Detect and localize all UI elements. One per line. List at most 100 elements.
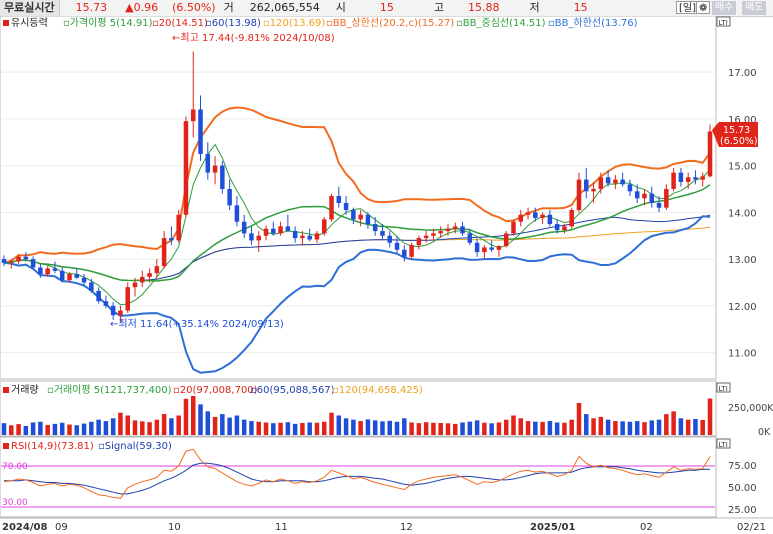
volume-bar <box>351 419 356 435</box>
volume-bar <box>649 420 655 435</box>
quote-bar: 무료실시간 15.73 ▲0.96 (6.50%) 거 262,065,554 … <box>0 0 773 17</box>
price-change: ▲0.96 <box>125 1 159 14</box>
candle-body <box>190 109 196 122</box>
volume-bar <box>140 421 145 435</box>
volume-bar <box>38 421 43 435</box>
candle-body <box>336 195 342 203</box>
volume-bar <box>307 422 312 435</box>
volume-bar <box>685 419 691 435</box>
candle-body <box>685 177 691 182</box>
candle-body <box>285 226 291 232</box>
candle-body <box>351 210 356 220</box>
volume-bar <box>118 412 123 435</box>
candle-body <box>256 235 261 241</box>
candle-body <box>394 242 400 250</box>
candle-body <box>438 231 443 234</box>
candle-body <box>212 165 218 173</box>
high-label: 고 <box>433 1 444 14</box>
volume-bar <box>598 416 604 435</box>
price-panel <box>0 16 717 380</box>
price-tick-label: 12.00 <box>728 302 757 313</box>
volume-bar <box>292 423 298 435</box>
candle-body <box>161 238 167 267</box>
legend-swatch <box>3 387 9 393</box>
candle-body <box>372 224 378 232</box>
volume-bar <box>249 421 254 435</box>
volume-bar <box>300 423 305 435</box>
lti-label-price: LTI <box>719 19 728 27</box>
candle-body <box>409 245 414 257</box>
candle-body <box>198 109 203 154</box>
volume-bar <box>147 422 152 435</box>
high-annotation: ←최고 17.44(-9.81% 2024/10/08) <box>172 32 335 44</box>
volume-bar <box>329 412 334 435</box>
low-label: 저 <box>529 1 540 14</box>
volume-legend-name: 거래량 <box>11 384 39 396</box>
candle-body <box>147 273 152 277</box>
rsi-legend-signal: ▫Signal(59.30) <box>98 441 172 452</box>
volume-bar <box>256 421 261 435</box>
candle-body <box>511 221 516 234</box>
candle-body <box>23 256 29 260</box>
candle-body <box>649 193 655 203</box>
price-tick-label: 11.00 <box>728 349 757 360</box>
candle-body <box>358 214 363 220</box>
candle-body <box>380 231 385 236</box>
candle-body <box>118 310 123 316</box>
legend-ma60: ▫60(13.98) <box>205 18 261 29</box>
rsi-legend-rsi: RSI(14,9)(73.81) <box>11 441 94 452</box>
legend-swatch <box>3 20 9 26</box>
last-pct-text: (6.50%) <box>720 136 758 147</box>
volume-bar <box>103 421 109 435</box>
x-label-aug: 2024/08 <box>2 522 47 533</box>
candle-body <box>110 305 116 316</box>
rsi-tick-25: 25.00 <box>728 505 757 516</box>
volume-bar <box>205 411 211 435</box>
legend-bb-mid: ▫BB_중심선(14.51) <box>456 17 546 29</box>
sell-button[interactable]: 매수 <box>712 1 737 15</box>
candle-body <box>518 214 524 222</box>
volume-bar <box>321 421 327 435</box>
volume-bar <box>110 418 116 435</box>
volume-bar <box>664 414 669 435</box>
volume-bar <box>380 421 385 435</box>
gear-icon[interactable]: ❁ <box>696 1 710 14</box>
candle-body <box>664 188 669 208</box>
candle-body <box>613 179 618 184</box>
volume-bar <box>533 421 538 435</box>
volume-bar <box>416 423 422 435</box>
volume-bar <box>547 421 553 435</box>
candle-body <box>227 188 232 206</box>
candle-body <box>16 256 21 262</box>
candle-body <box>554 224 560 231</box>
volume-bar <box>700 419 705 435</box>
volume-legend: 거래량 ▫거래이평 5(121,737,400) ▫20(97,008,700)… <box>3 384 423 396</box>
candle-body <box>700 176 705 180</box>
volume-bar <box>569 419 574 435</box>
chart-area[interactable]: 17.0016.0015.0014.0013.0012.0011.00 ←최고 … <box>0 16 773 534</box>
candle-body <box>496 246 502 250</box>
candle-body <box>402 249 407 257</box>
volume-value: 262,065,554 <box>249 1 320 14</box>
high-value: 15.88 <box>467 1 500 14</box>
volume-bar <box>183 398 189 435</box>
volume-bar <box>176 415 181 435</box>
candle-body <box>503 233 509 247</box>
volume-bar <box>554 422 560 435</box>
candle-body <box>132 282 138 288</box>
rsi-level-high-label: 70.00 <box>2 462 28 472</box>
volume-legend-ma5: ▫거래이평 5(121,737,400) <box>47 384 172 396</box>
volume-bar <box>212 416 218 435</box>
candle-body <box>569 210 574 227</box>
candle-body <box>329 195 334 220</box>
volume-bar <box>372 420 378 435</box>
volume-bar <box>671 411 676 435</box>
candle-body <box>321 219 327 234</box>
volume-bar <box>343 418 349 435</box>
buy-button[interactable]: 매도 <box>742 1 767 15</box>
volume-legend-ma20: ▫20(97,008,700) <box>173 385 258 396</box>
price-change-pct: (6.50%) <box>172 1 216 14</box>
candle-body <box>241 221 247 234</box>
volume-bar <box>132 420 138 435</box>
volume-bar <box>707 398 713 435</box>
